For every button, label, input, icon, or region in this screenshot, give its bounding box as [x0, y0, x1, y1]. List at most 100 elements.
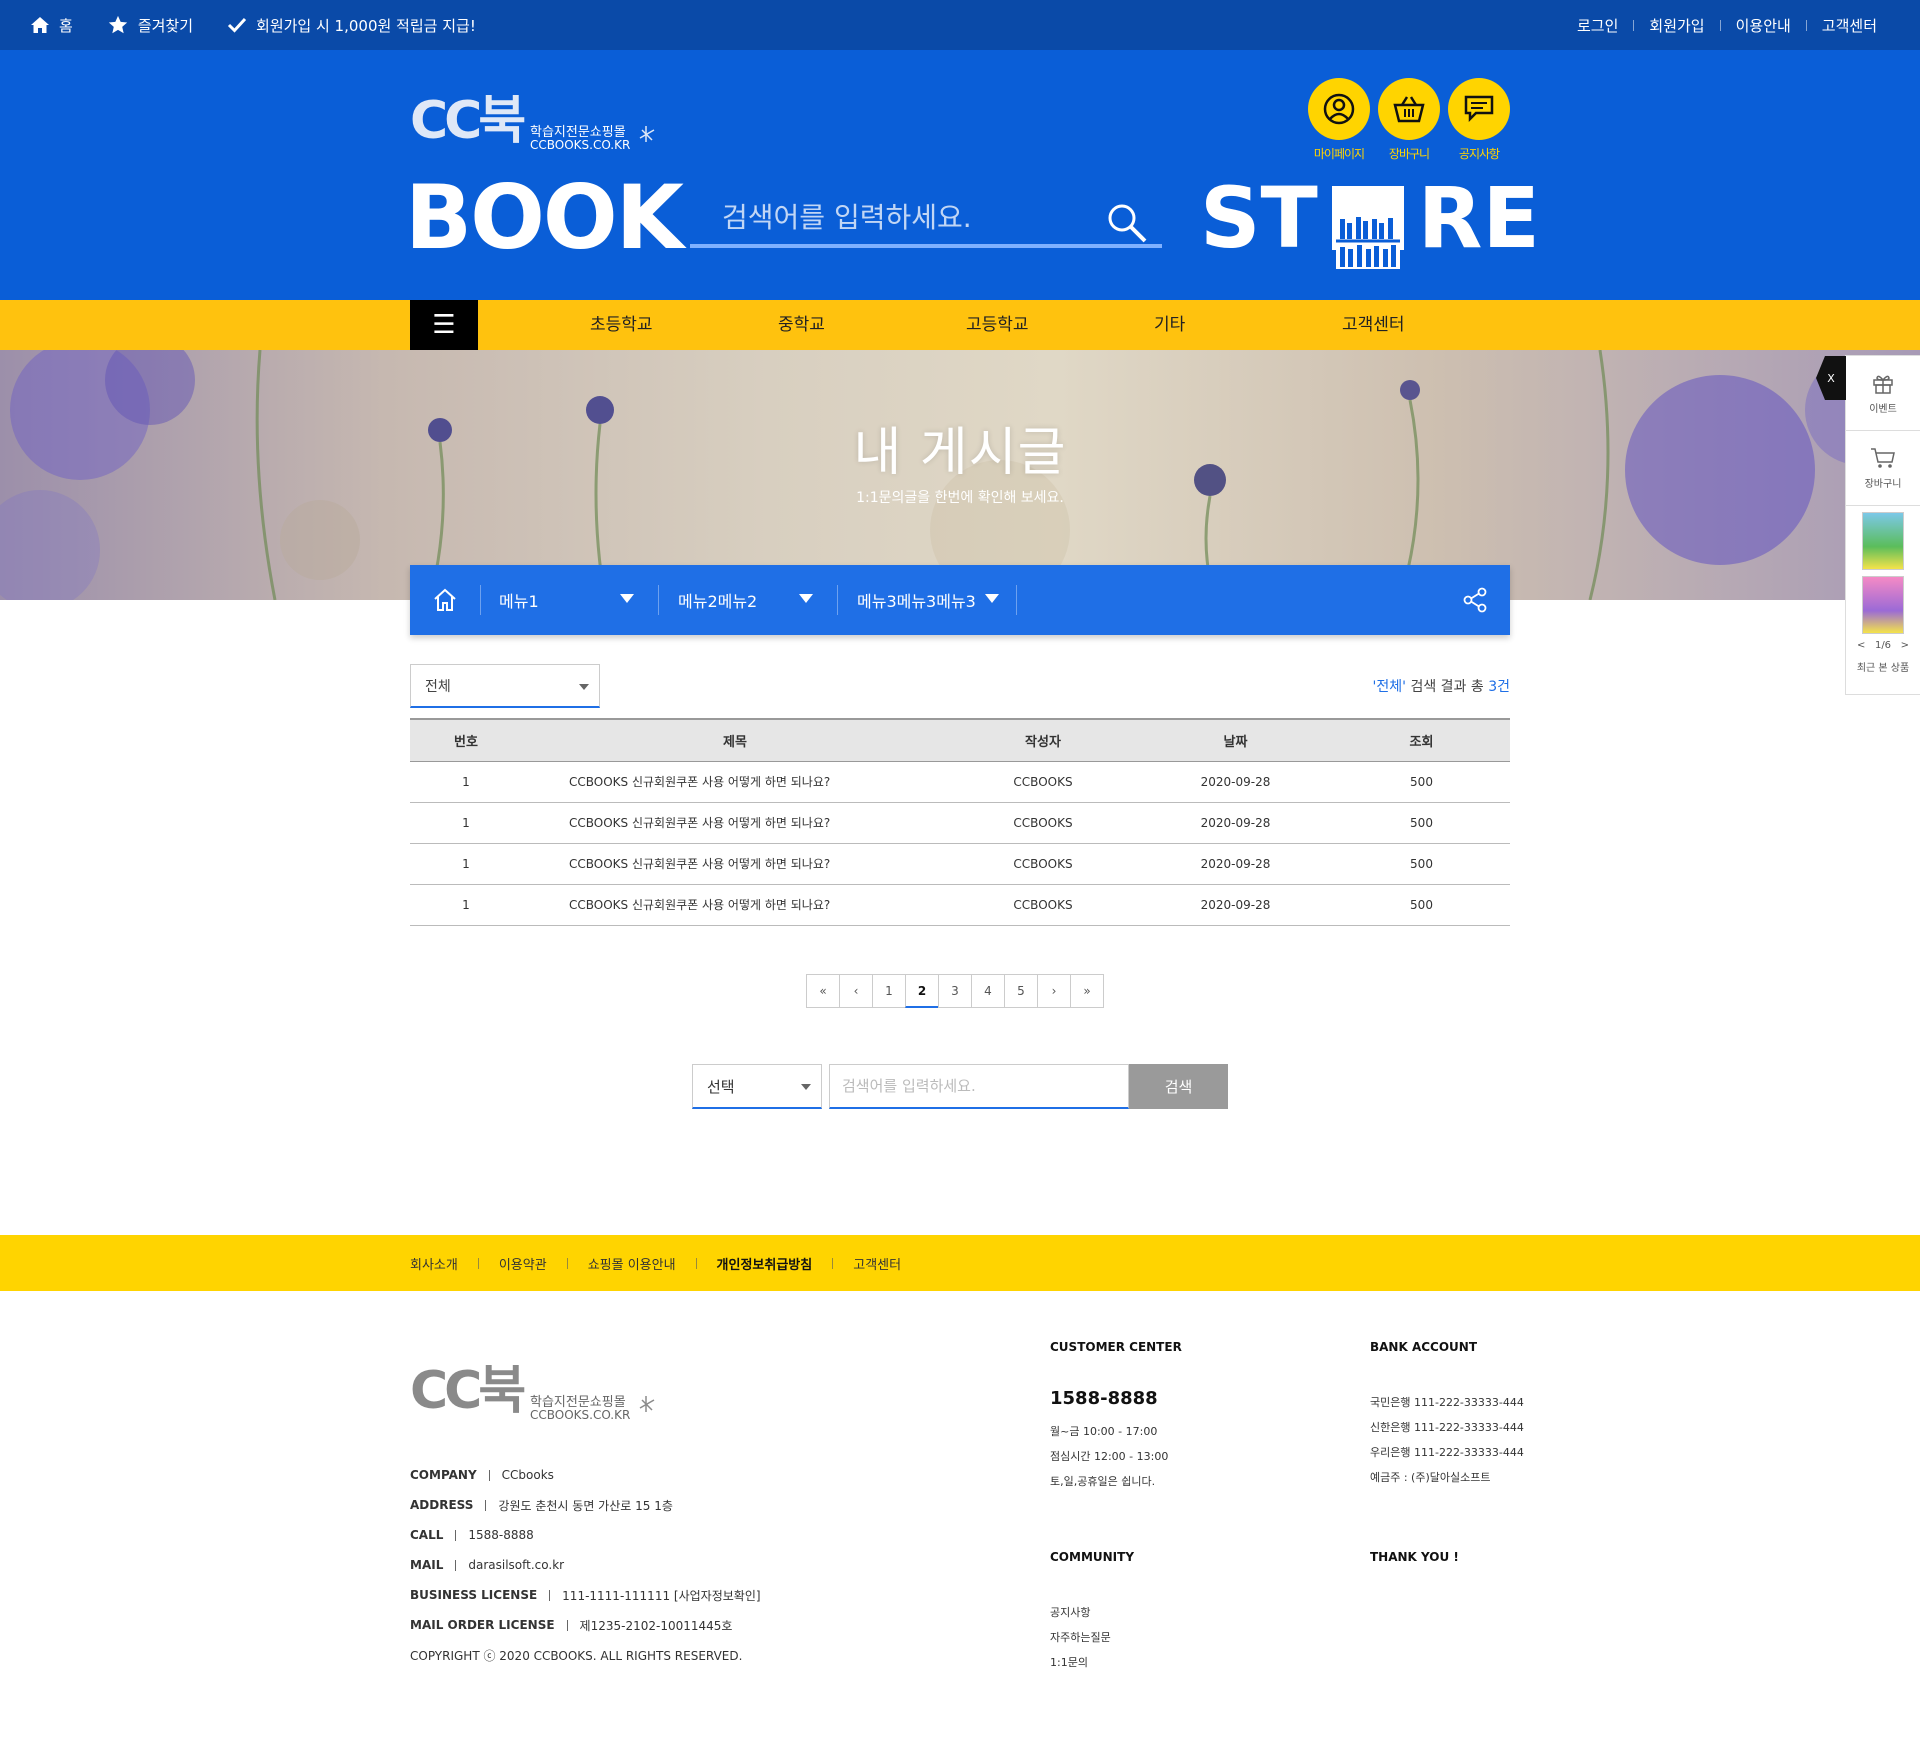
customer-center-phone: 1588-8888 [1050, 1388, 1158, 1409]
guide-link[interactable]: 이용안내 [1721, 15, 1806, 36]
board-filter-select[interactable]: 전체 [410, 664, 600, 708]
footer-link-bar: 회사소개 이용약관 쇼핑몰 이용안내 개인정보취급방침 고객센터 [0, 1235, 1920, 1291]
page-4[interactable]: 4 [971, 974, 1005, 1008]
table-row[interactable]: 1 CCBOOKS 신규회원쿠폰 사용 어떻게 하면 되나요? CCBOOKS … [410, 884, 1510, 926]
recent-next-button[interactable]: > [1901, 640, 1909, 651]
row-views: 500 [1333, 843, 1510, 885]
community-info: COMMUNITY 공지사항 자주하는질문 1:1문의 [1050, 1550, 1134, 1675]
join-link[interactable]: 회원가입 [1634, 15, 1719, 36]
hamburger-icon[interactable]: ☰ [410, 300, 478, 350]
page-2-current[interactable]: 2 [905, 974, 939, 1008]
page-5[interactable]: 5 [1004, 974, 1038, 1008]
prev-page-button[interactable]: ‹ [839, 974, 873, 1008]
footer-link-customer-center[interactable]: 고객센터 [853, 1254, 901, 1273]
main-nav: ☰ 초등학교 중학교 고등학교 기타 고객센터 [0, 300, 1920, 350]
company-key: COMPANY [410, 1468, 477, 1482]
row-title-link[interactable]: CCBOOKS 신규회원쿠폰 사용 어떻게 하면 되나요? [522, 843, 948, 885]
logo-sparkle-icon [639, 1396, 655, 1412]
location-dropdown-2[interactable]: 메뉴2메뉴2 [678, 565, 813, 635]
favorite-link[interactable]: 즐겨찾기 [107, 14, 193, 36]
page-1[interactable]: 1 [872, 974, 906, 1008]
page-3[interactable]: 3 [938, 974, 972, 1008]
mypage-button[interactable]: 마이페이지 [1308, 78, 1370, 162]
address-value: 강원도 춘천시 동면 가산로 15 1층 [498, 1498, 673, 1513]
book-word: BOOK [405, 166, 684, 269]
table-row[interactable]: 1 CCBOOKS 신규회원쿠폰 사용 어떻게 하면 되나요? CCBOOKS … [410, 843, 1510, 885]
first-page-button[interactable]: « [806, 974, 840, 1008]
cart-circle [1378, 78, 1440, 140]
address-key: ADDRESS [410, 1498, 474, 1512]
nav-middle[interactable]: 중학교 [778, 300, 825, 350]
location-dropdown-1[interactable]: 메뉴1 [499, 565, 634, 635]
header-quick-icons: 마이페이지 장바구니 공지사항 [1308, 78, 1510, 162]
nav-high[interactable]: 고등학교 [966, 300, 1029, 350]
community-link-qna[interactable]: 1:1문의 [1050, 1650, 1134, 1675]
row-date: 2020-09-28 [1138, 884, 1333, 926]
business-license-key: BUSINESS LICENSE [410, 1588, 538, 1602]
row-author: CCBOOKS [948, 802, 1138, 844]
footer-link-privacy[interactable]: 개인정보취급방침 [717, 1254, 813, 1273]
recent-product-thumbnail[interactable] [1862, 576, 1904, 634]
location-dropdown-2-label: 메뉴2메뉴2 [678, 592, 758, 611]
divider [480, 585, 481, 615]
search-icon[interactable] [1106, 202, 1148, 244]
header-search-input[interactable] [690, 190, 1090, 244]
customer-center-hours: 월~금 10:00 - 17:00 점심시간 12:00 - 13:00 토,일… [1050, 1419, 1182, 1494]
logo-subtitle: 학습지전문쇼핑몰 CCBOOKS.CO.KR [530, 126, 630, 152]
community-links: 공지사항 자주하는질문 1:1문의 [1050, 1600, 1134, 1675]
last-page-button[interactable]: » [1070, 974, 1104, 1008]
divider [1016, 585, 1017, 615]
footer-link-about[interactable]: 회사소개 [410, 1254, 458, 1273]
row-number: 1 [410, 761, 522, 803]
board-search-button[interactable]: 검색 [1129, 1064, 1228, 1109]
call-value: 1588-8888 [468, 1528, 534, 1542]
board-search-input[interactable] [829, 1064, 1129, 1109]
community-link-notice[interactable]: 공지사항 [1050, 1600, 1134, 1625]
row-title-link[interactable]: CCBOOKS 신규회원쿠폰 사용 어떻게 하면 되나요? [522, 802, 948, 844]
home-link[interactable]: 홈 [30, 15, 73, 36]
recent-product-thumbnail[interactable] [1862, 512, 1904, 570]
nav-elementary[interactable]: 초등학교 [590, 300, 653, 350]
board-search-type-select[interactable]: 선택 [692, 1064, 822, 1109]
notice-button[interactable]: 공지사항 [1448, 78, 1510, 162]
thank-you-text: THANK YOU ! [1370, 1550, 1459, 1564]
quick-cart-label: 장바구니 [1864, 478, 1902, 490]
store-word-left: ST [1200, 169, 1318, 267]
share-icon[interactable] [1462, 587, 1488, 613]
login-link[interactable]: 로그인 [1562, 15, 1633, 36]
row-title-link[interactable]: CCBOOKS 신규회원쿠폰 사용 어떻게 하면 되나요? [522, 761, 948, 803]
nav-customer-center[interactable]: 고객센터 [1342, 300, 1405, 350]
cart-button[interactable]: 장바구니 [1378, 78, 1440, 162]
business-license-row: BUSINESS LICENSE 111-1111-111111 [사업자정보확인… [410, 1580, 761, 1610]
row-title-link[interactable]: CCBOOKS 신규회원쿠폰 사용 어떻게 하면 되나요? [522, 884, 948, 926]
nav-etc[interactable]: 기타 [1154, 300, 1185, 350]
next-page-button[interactable]: › [1037, 974, 1071, 1008]
table-header-row: 번호 제목 작성자 날짜 조회 [410, 718, 1510, 762]
location-home-button[interactable] [410, 565, 480, 635]
basket-icon [1393, 96, 1425, 123]
quick-cart-button[interactable]: 장바구니 [1846, 431, 1920, 506]
row-views: 500 [1333, 761, 1510, 803]
customer-center-info: CUSTOMER CENTER 1588-8888 월~금 10:00 - 17… [1050, 1340, 1182, 1494]
row-views: 500 [1333, 884, 1510, 926]
table-row[interactable]: 1 CCBOOKS 신규회원쿠폰 사용 어떻게 하면 되나요? CCBOOKS … [410, 802, 1510, 844]
recent-page-indicator: 1/6 [1874, 640, 1892, 651]
signup-promo[interactable]: 회원가입 시 1,000원 적립금 지급! [227, 15, 476, 36]
star-icon [108, 15, 127, 34]
location-dropdown-3[interactable]: 메뉴3메뉴3메뉴3 [857, 565, 999, 635]
company-row: COMPANY CCbooks [410, 1460, 761, 1490]
recent-prev-button[interactable]: < [1857, 640, 1865, 651]
community-link-faq[interactable]: 자주하는질문 [1050, 1625, 1134, 1650]
row-number: 1 [410, 884, 522, 926]
quick-event-button[interactable]: 이벤트 [1846, 356, 1920, 431]
business-license-value[interactable]: 111-1111-111111 [사업자정보확인] [562, 1587, 760, 1604]
search-result-info: '전체' 검색 결과 총 3건 [1373, 676, 1510, 696]
footer-link-terms[interactable]: 이용약관 [499, 1254, 547, 1273]
customer-center-link[interactable]: 고객센터 [1807, 15, 1892, 36]
quick-event-label: 이벤트 [1869, 403, 1897, 415]
col-views: 조회 [1333, 718, 1510, 762]
footer-link-guide[interactable]: 쇼핑몰 이용안내 [588, 1254, 676, 1273]
row-date: 2020-09-28 [1138, 802, 1333, 844]
table-row[interactable]: 1 CCBOOKS 신규회원쿠폰 사용 어떻게 하면 되나요? CCBOOKS … [410, 761, 1510, 803]
result-count: 3건 [1488, 679, 1510, 695]
